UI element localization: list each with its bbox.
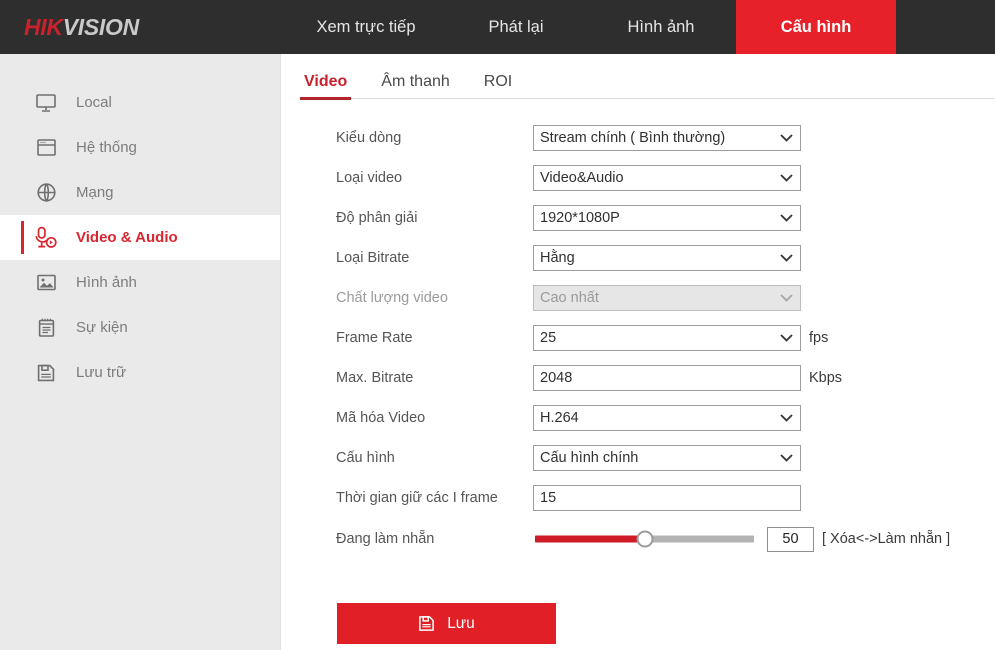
form-actions: Lưu (282, 560, 995, 644)
field-row-bitrate-type: Loại Bitrate Hằng (282, 238, 995, 278)
control-resolution: 1920*1080P (533, 205, 801, 231)
smoothing-value-input[interactable]: 50 (767, 526, 814, 552)
save-button-label: Lưu (447, 614, 475, 632)
field-row-resolution: Độ phân giải 1920*1080P (282, 198, 995, 238)
floppy-disk-icon (418, 615, 435, 632)
smoothing-range-note: [ Xóa<->Làm nhẵn ] (822, 530, 951, 547)
window-icon (33, 135, 59, 161)
i-frame-interval-input[interactable]: 15 (533, 485, 801, 511)
tab-audio[interactable]: Âm thanh (381, 74, 449, 99)
floppy-disk-icon (33, 360, 59, 386)
field-row-frame-rate: Frame Rate 25 fps (282, 318, 995, 358)
label-profile: Cấu hình (336, 449, 395, 466)
sidebar-item-label: Video & Audio (76, 229, 178, 246)
sidebar-item-system[interactable]: Hệ thống (0, 125, 280, 170)
globe-icon (33, 180, 59, 206)
video-settings-form: Kiểu dòng Stream chính ( Bình thường) Lo… (282, 99, 995, 644)
logo-hik-text: HIK (24, 13, 63, 40)
slider-handle[interactable] (636, 530, 653, 548)
control-video-encoding: H.264 (533, 405, 801, 431)
control-bitrate-type: Hằng (533, 245, 801, 271)
control-profile: Cấu hình chính (533, 445, 801, 471)
nav-live-view[interactable]: Xem trực tiếp (286, 0, 446, 54)
frame-rate-select[interactable]: 25 (533, 325, 801, 351)
label-bitrate-type: Loại Bitrate (336, 249, 410, 266)
video-encoding-select[interactable]: H.264 (533, 405, 801, 431)
nav-picture[interactable]: Hình ảnh (586, 0, 736, 54)
field-row-i-frame-interval: Thời gian giữ các I frame 15 (282, 478, 995, 518)
video-audio-icon (33, 225, 59, 251)
control-video-type: Video&Audio (533, 165, 801, 191)
sidebar-item-label: Lưu trữ (76, 364, 127, 381)
label-stream-type: Kiểu dòng (336, 129, 402, 146)
brand-logo[interactable]: HIK VISION (0, 0, 280, 54)
picture-icon (33, 270, 59, 296)
label-max-bitrate: Max. Bitrate (336, 369, 414, 386)
video-quality-select: Cao nhất (533, 285, 801, 311)
control-frame-rate: 25 (533, 325, 801, 351)
smoothing-slider[interactable] (535, 530, 754, 548)
sidebar-item-picture[interactable]: Hình ảnh (0, 260, 280, 305)
sidebar-item-label: Hình ảnh (76, 274, 137, 291)
sidebar-item-label: Hệ thống (76, 139, 137, 156)
save-button[interactable]: Lưu (337, 603, 556, 644)
nav-playback[interactable]: Phát lại (446, 0, 586, 54)
profile-select[interactable]: Cấu hình chính (533, 445, 801, 471)
max-bitrate-input[interactable]: 2048 (533, 365, 801, 391)
label-frame-rate: Frame Rate (336, 329, 413, 346)
control-max-bitrate: 2048 (533, 365, 801, 391)
sidebar: Local Hệ thống Mạng Video & Audio Hình ả… (0, 54, 281, 650)
sidebar-item-network[interactable]: Mạng (0, 170, 280, 215)
field-row-profile: Cấu hình Cấu hình chính (282, 438, 995, 478)
control-i-frame-interval: 15 (533, 485, 801, 511)
field-row-max-bitrate: Max. Bitrate 2048 Kbps (282, 358, 995, 398)
slider-fill (535, 535, 645, 543)
field-row-video-type: Loại video Video&Audio (282, 158, 995, 198)
notepad-icon (33, 315, 59, 341)
sidebar-item-video-audio[interactable]: Video & Audio (0, 215, 280, 260)
resolution-select[interactable]: 1920*1080P (533, 205, 801, 231)
unit-fps: fps (809, 329, 829, 346)
label-i-frame-interval: Thời gian giữ các I frame (336, 489, 498, 506)
label-video-encoding: Mã hóa Video (336, 409, 426, 426)
control-video-quality: Cao nhất (533, 285, 801, 311)
video-type-select[interactable]: Video&Audio (533, 165, 801, 191)
main-content: Video Âm thanh ROI Kiểu dòng Stream chín… (282, 54, 995, 650)
top-header: HIK VISION Xem trực tiếp Phát lại Hình ản… (0, 0, 995, 54)
field-row-video-encoding: Mã hóa Video H.264 (282, 398, 995, 438)
tab-video[interactable]: Video (299, 74, 352, 100)
logo-vision-text: VISION (62, 13, 139, 40)
bitrate-type-select[interactable]: Hằng (533, 245, 801, 271)
monitor-icon (33, 90, 59, 116)
field-row-smoothing: Đang làm nhẵn 50 [ Xóa<->Làm nhẵn ] (282, 518, 995, 560)
label-video-quality: Chất lượng video (336, 289, 448, 306)
content-tabs: Video Âm thanh ROI (282, 54, 995, 100)
sidebar-item-label: Mạng (76, 184, 114, 201)
tab-roi[interactable]: ROI (484, 74, 512, 99)
sidebar-item-label: Sự kiện (76, 319, 128, 336)
sidebar-item-storage[interactable]: Lưu trữ (0, 350, 280, 395)
field-row-video-quality: Chất lượng video Cao nhất (282, 278, 995, 318)
label-smoothing: Đang làm nhẵn (336, 530, 435, 547)
top-navigation: Xem trực tiếp Phát lại Hình ảnh Cấu hình (280, 0, 995, 54)
sidebar-item-local[interactable]: Local (0, 80, 280, 125)
sidebar-item-event[interactable]: Sự kiện (0, 305, 280, 350)
control-stream-type: Stream chính ( Bình thường) (533, 125, 801, 151)
sidebar-item-label: Local (76, 94, 112, 111)
nav-configuration[interactable]: Cấu hình (736, 0, 896, 54)
stream-type-select[interactable]: Stream chính ( Bình thường) (533, 125, 801, 151)
label-video-type: Loại video (336, 169, 403, 186)
label-resolution: Độ phân giải (336, 209, 418, 226)
unit-kbps: Kbps (809, 369, 843, 386)
field-row-stream-type: Kiểu dòng Stream chính ( Bình thường) (282, 118, 995, 158)
